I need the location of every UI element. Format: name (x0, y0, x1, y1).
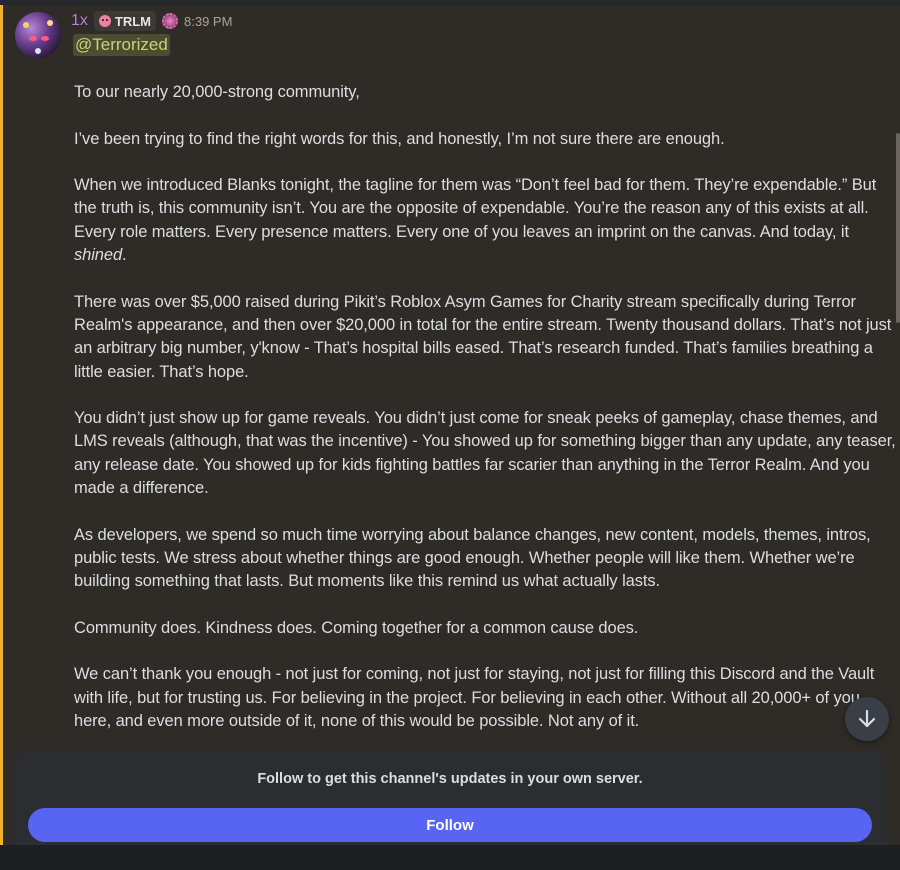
emphasis-text: shined (74, 246, 123, 265)
avatar-detail (47, 20, 53, 26)
paragraph-text: When we introduced Blanks tonight, the t… (74, 176, 877, 241)
bottom-strip (0, 845, 900, 870)
avatar-detail (29, 36, 37, 41)
paragraph: When we introduced Blanks tonight, the t… (74, 174, 896, 267)
message-header: 1x TRLM 8:39 PM (71, 10, 232, 32)
server-tag-label: TRLM (114, 13, 152, 29)
paragraph: We can’t thank you enough - not just for… (74, 665, 875, 731)
avatar-detail (41, 36, 49, 41)
jump-to-present-button[interactable] (845, 697, 889, 741)
paragraph: There was over $5,000 raised during Piki… (74, 292, 892, 381)
scrollbar-thumb[interactable] (896, 133, 900, 323)
paragraph: I’ve been trying to find the right words… (74, 129, 725, 148)
paragraph: You didn’t just show up for game reveals… (74, 409, 896, 498)
skull-icon (98, 15, 111, 27)
user-mention[interactable]: @Terrorized (73, 34, 170, 56)
avatar-detail (23, 22, 29, 28)
arrow-down-icon (858, 709, 876, 728)
follow-prompt: Follow to get this channel's updates in … (257, 771, 643, 787)
message-timestamp[interactable]: 8:39 PM (184, 14, 232, 29)
paragraph: Community does. Kindness does. Coming to… (74, 618, 639, 637)
server-tag[interactable]: TRLM (93, 11, 157, 31)
follow-button[interactable]: Follow (28, 808, 872, 842)
highlighted-message: 1x TRLM 8:39 PM @Terrorized To our nearl… (0, 5, 900, 845)
flower-badge-icon[interactable] (162, 13, 179, 29)
paragraph: To our nearly 20,000-strong community, (74, 83, 360, 101)
paragraph-tail: . (122, 246, 127, 265)
avatar[interactable] (15, 12, 61, 58)
avatar-detail (35, 48, 41, 54)
paragraph: As developers, we spend so much time wor… (74, 525, 871, 591)
author-name[interactable]: 1x (71, 12, 88, 30)
message-content: To our nearly 20,000-strong community, I… (74, 81, 896, 757)
